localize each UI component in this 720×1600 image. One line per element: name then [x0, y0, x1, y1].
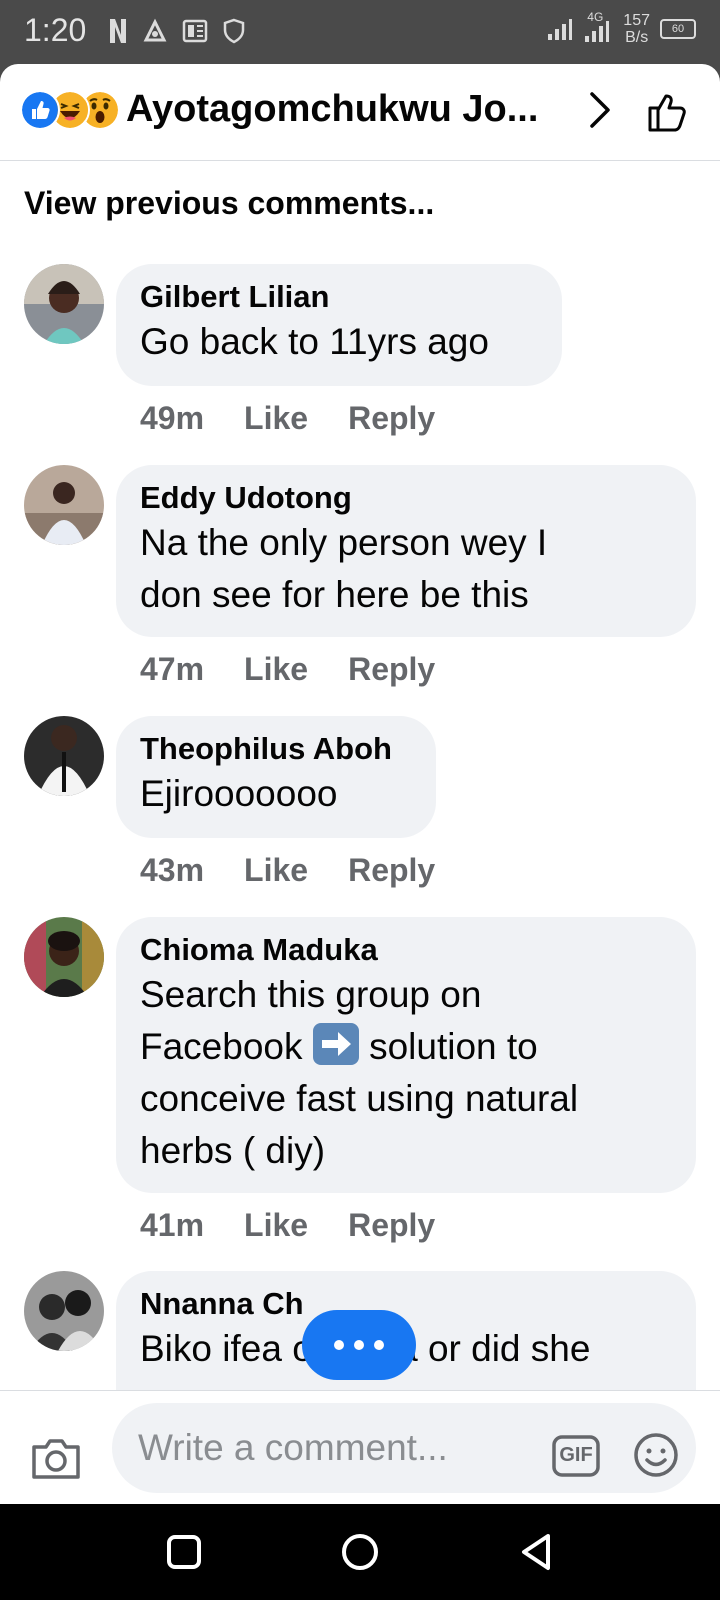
signal-4g-icon: 4G	[583, 10, 613, 44]
comment-timestamp: 49m	[140, 400, 205, 436]
gif-label: GIF	[559, 1444, 593, 1466]
news-icon	[182, 19, 208, 43]
view-previous-comments-link[interactable]: View previous comments...	[24, 185, 434, 222]
comment-text: Search this group on Facebook solution t…	[140, 969, 672, 1177]
more-options-button[interactable]	[302, 1310, 416, 1380]
status-system-icons: 4G 157 B/s 60	[547, 10, 696, 46]
comment-text-line: don see for here be this	[140, 574, 529, 615]
reaction-summary[interactable]	[20, 90, 120, 130]
comment-composer: GIF	[0, 1390, 720, 1504]
speed-unit: B/s	[625, 29, 649, 46]
comment-text-segment: solution to	[369, 1026, 538, 1067]
like-button[interactable]: Like	[244, 400, 308, 437]
emoji-icon[interactable]	[632, 1431, 680, 1479]
comment-actions: 47m Like Reply	[140, 651, 435, 688]
comment-bubble[interactable]: Chioma Maduka Search this group on Faceb…	[116, 917, 696, 1193]
reply-button[interactable]: Reply	[348, 400, 435, 437]
comment-author[interactable]: Theophilus Aboh	[140, 730, 412, 768]
shield-icon	[223, 18, 245, 44]
speed-value: 157	[623, 12, 650, 29]
avatar[interactable]	[24, 264, 104, 344]
avatar[interactable]	[24, 716, 104, 796]
comment-text-line: conceive fast using natural	[140, 1078, 579, 1119]
comment-bubble[interactable]: Eddy Udotong Na the only person wey I do…	[116, 465, 696, 637]
comment-text-line: herbs ( diy)	[140, 1130, 326, 1171]
comments-header: Ayotagomchukwu Jo...	[0, 64, 720, 161]
comment-actions: 41m Like Reply	[140, 1207, 435, 1244]
battery-icon: 60	[660, 19, 696, 39]
status-bar: 1:20 4G 157 B/s 60	[0, 0, 720, 64]
avatar[interactable]	[24, 917, 104, 997]
avatar[interactable]	[24, 465, 104, 545]
netflix-icon	[110, 19, 126, 43]
comments-sheet: Ayotagomchukwu Jo... View previous comme…	[0, 64, 720, 1504]
comment-bubble[interactable]: Gilbert Lilian Go back to 11yrs ago	[116, 264, 562, 386]
arrow-right-emoji	[312, 1023, 359, 1065]
comment-text: Na the only person wey I don see for her…	[140, 517, 672, 621]
like-button[interactable]: Like	[244, 852, 308, 889]
comment-text-line: Na the only person wey I	[140, 522, 548, 563]
comment-bubble[interactable]: Theophilus Aboh Ejirooooooo	[116, 716, 436, 838]
reply-button[interactable]: Reply	[348, 1207, 435, 1244]
dot-icon	[334, 1340, 344, 1350]
battery-level: 60	[671, 23, 685, 35]
comment-timestamp: 41m	[140, 1207, 205, 1243]
comment-text: Go back to 11yrs ago	[140, 321, 489, 362]
reply-button[interactable]: Reply	[348, 852, 435, 889]
comment-author[interactable]: Gilbert Lilian	[140, 278, 538, 316]
chevron-right-icon[interactable]	[584, 90, 616, 130]
comment-timestamp: 47m	[140, 651, 205, 687]
network-speed: 157 B/s	[623, 12, 650, 46]
comment-input[interactable]	[112, 1403, 696, 1493]
comment-author[interactable]: Chioma Maduka	[140, 931, 672, 969]
home-icon[interactable]	[340, 1532, 380, 1572]
comment-timestamp: 43m	[140, 852, 205, 888]
comment-actions: 43m Like Reply	[140, 852, 435, 889]
recents-icon[interactable]	[164, 1532, 204, 1572]
post-author-title[interactable]: Ayotagomchukwu Jo...	[126, 88, 566, 131]
status-time: 1:20	[24, 12, 87, 48]
signal-icon	[548, 19, 573, 40]
dot-icon	[354, 1340, 364, 1350]
gif-icon[interactable]: GIF	[552, 1435, 600, 1477]
reply-button[interactable]: Reply	[348, 651, 435, 688]
camera-icon[interactable]	[30, 1435, 82, 1481]
back-icon[interactable]	[516, 1532, 556, 1572]
comment-actions: 49m Like Reply	[140, 400, 435, 437]
comment-author[interactable]: Eddy Udotong	[140, 479, 672, 517]
system-nav-bar	[0, 1504, 720, 1600]
vpn-icon	[143, 18, 167, 42]
dot-icon	[374, 1340, 384, 1350]
comment-author[interactable]: Nnanna Ch	[140, 1285, 672, 1323]
status-notification-icons	[108, 18, 246, 44]
thumbs-up-icon[interactable]	[644, 88, 692, 136]
like-reaction-icon	[20, 90, 60, 130]
comment-text: Ejirooooooo	[140, 773, 338, 814]
like-button[interactable]: Like	[244, 1207, 308, 1244]
avatar[interactable]	[24, 1271, 104, 1351]
like-button[interactable]: Like	[244, 651, 308, 688]
comment-text-line: Search this group on	[140, 974, 482, 1015]
comment-text-segment: Facebook	[140, 1026, 303, 1067]
comment-text-line: Facebook solution to	[140, 1021, 672, 1073]
